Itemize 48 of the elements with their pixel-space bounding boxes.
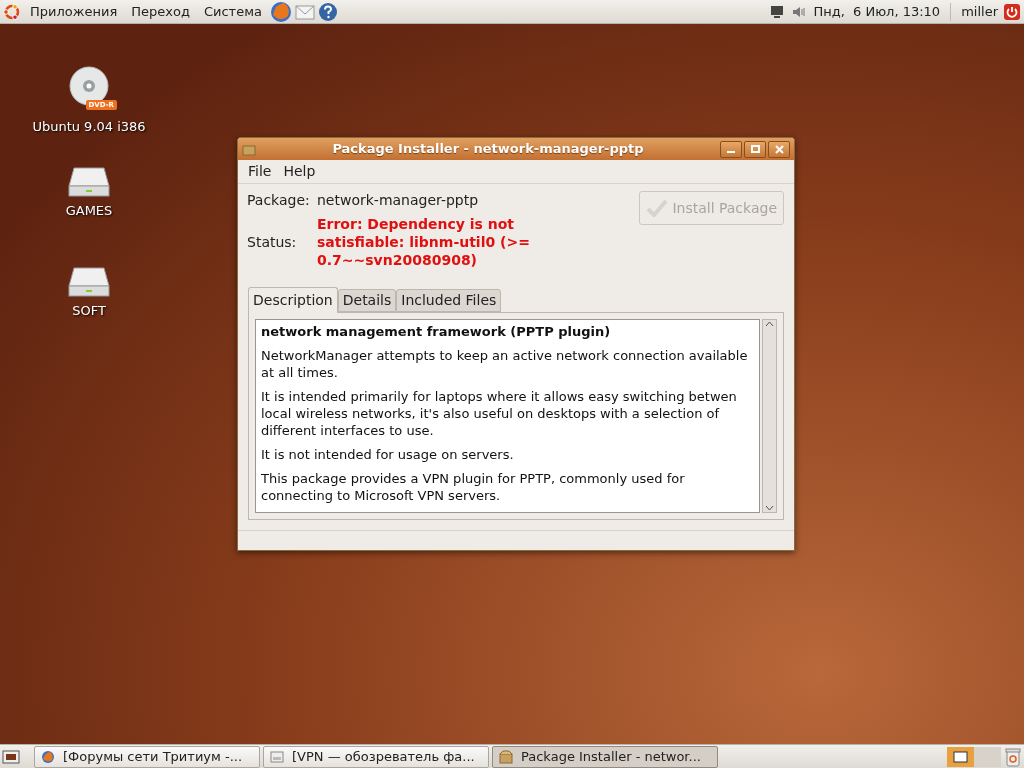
show-desktop-icon[interactable]: [2, 748, 20, 765]
taskbar-button[interactable]: [Форумы сети Тритиум -...: [34, 745, 260, 768]
scroll-up-icon[interactable]: [765, 320, 774, 328]
menu-item[interactable]: File: [242, 161, 278, 182]
user-name[interactable]: miller: [961, 1, 998, 22]
tab[interactable]: Description: [248, 287, 338, 313]
browser-icon[interactable]: [269, 0, 292, 23]
taskbar-button[interactable]: [VPN — обозреватель фа...: [263, 745, 489, 768]
field-label: Package:: [247, 191, 311, 210]
panel-menu[interactable]: Система: [197, 0, 268, 23]
tab[interactable]: Details: [337, 289, 397, 312]
taskbar-button[interactable]: Package Installer - networ...: [492, 745, 718, 768]
package-name: network-manager-pptp: [317, 191, 479, 210]
clock[interactable]: Пнд, 6 Июл, 13:10: [813, 1, 941, 22]
minimize-button[interactable]: [720, 140, 742, 158]
panel-menu[interactable]: Переход: [125, 0, 196, 23]
panel-menu[interactable]: Приложения: [24, 0, 124, 23]
description-paragraph: NetworkManager attempts to keep an active network connection available at all times.: [261, 347, 749, 381]
description-paragraph: It is intended primarily for laptops where it allows easy switching betwen local wireless networks, it's also useful on desktops with a selection of different interfaces to use.: [261, 388, 738, 439]
ubuntu-logo-icon[interactable]: [2, 1, 22, 22]
scrollbar[interactable]: [762, 319, 777, 513]
tab[interactable]: Included Files: [396, 289, 502, 312]
field-label: Status:: [247, 232, 298, 252]
description-paragraph: This package provides a VPN plugin for PPTP, commonly used for connecting to Microsoft VPN servers.: [261, 470, 686, 504]
file-manager-icon: [270, 749, 284, 764]
desktop-icon-label[interactable]: SOFT: [72, 301, 106, 321]
close-button[interactable]: [768, 140, 790, 158]
close-icon: [774, 144, 784, 154]
drive-icon[interactable]: [68, 266, 110, 298]
checkmark-icon: [646, 199, 669, 217]
drive-icon[interactable]: [68, 166, 110, 198]
scroll-down-icon[interactable]: [765, 504, 774, 512]
menu-item[interactable]: Help: [277, 161, 322, 182]
package-icon: [242, 142, 256, 156]
help-icon[interactable]: [317, 1, 338, 22]
error-message: Error: Dependency is not satisfiable: libnm-util0 (>= 0.7~~svn20080908): [317, 215, 531, 269]
description-heading: network management framework (PPTP plugin): [261, 323, 612, 340]
window-title: Package Installer - network-manager-pptp: [331, 140, 645, 159]
workspace-switcher-icon[interactable]: [947, 746, 1001, 767]
desktop-icon-label[interactable]: GAMES: [65, 201, 113, 221]
description-paragraph: It is not intended for usage on servers.: [261, 446, 515, 463]
trash-icon[interactable]: [1004, 746, 1022, 767]
package-icon: [499, 749, 513, 764]
maximize-button[interactable]: [744, 140, 766, 158]
power-icon[interactable]: [1004, 3, 1020, 20]
desktop-icon-label[interactable]: Ubuntu 9.04 i386: [32, 117, 146, 137]
globe-icon: [41, 749, 55, 764]
network-icon[interactable]: [769, 3, 786, 20]
